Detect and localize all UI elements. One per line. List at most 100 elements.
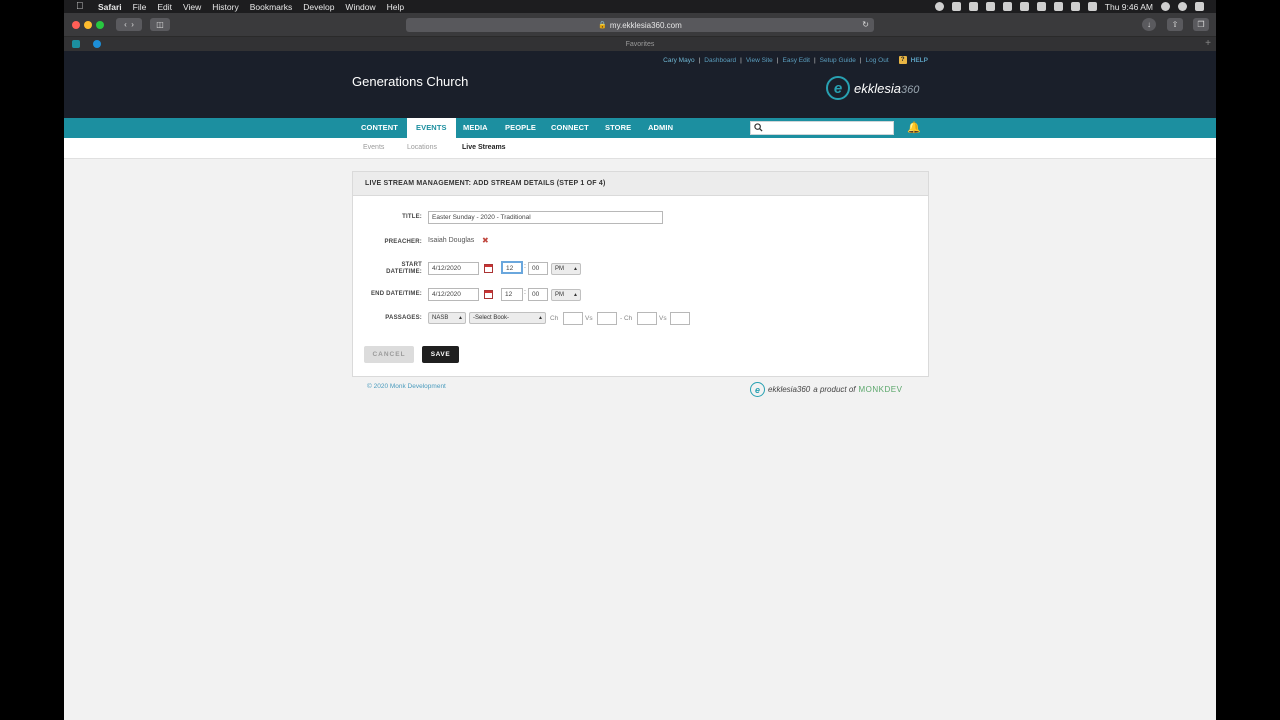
download-icon: ↓ xyxy=(1147,20,1151,29)
easy-edit-link[interactable]: Easy Edit xyxy=(783,57,810,64)
save-button[interactable]: SAVE xyxy=(422,346,459,363)
tabs-button[interactable]: ❐ xyxy=(1193,18,1209,31)
address-bar[interactable]: 🔒 my.ekklesia360.com ↻ xyxy=(406,18,874,32)
nav-people[interactable]: PEOPLE xyxy=(496,118,545,138)
live-stream-form-panel: LIVE STREAM MANAGEMENT: ADD STREAM DETAI… xyxy=(352,171,929,377)
copyright-link[interactable]: © 2020 Monk Development xyxy=(367,383,446,390)
start-verse-input[interactable] xyxy=(597,312,617,325)
nav-store[interactable]: STORE xyxy=(596,118,640,138)
book-select[interactable]: -Select Book- ▲ xyxy=(469,312,546,324)
search-input[interactable] xyxy=(750,121,894,135)
setup-guide-link[interactable]: Setup Guide xyxy=(820,57,856,64)
end-chapter-input[interactable] xyxy=(637,312,657,325)
menu-view[interactable]: View xyxy=(183,2,201,12)
menu-develop[interactable]: Develop xyxy=(303,2,334,12)
start-calendar-icon[interactable] xyxy=(484,264,493,273)
record-icon[interactable] xyxy=(934,2,944,11)
clock-icon[interactable] xyxy=(1036,2,1046,11)
start-date-input[interactable]: 4/12/2020 xyxy=(428,262,479,275)
reload-icon[interactable]: ↻ xyxy=(862,20,869,29)
log-out-link[interactable]: Log Out xyxy=(866,57,889,64)
end-minute-input[interactable]: 00 xyxy=(528,288,548,301)
sync-icon[interactable] xyxy=(985,2,995,11)
browser-toolbar: ‹ › ◫ 🔒 my.ekklesia360.com ↻ ↓ ⇧ ❐ xyxy=(64,13,1216,37)
menu-edit[interactable]: Edit xyxy=(157,2,172,12)
book-value: -Select Book- xyxy=(473,315,510,321)
start-chapter-input[interactable] xyxy=(563,312,583,325)
share-button[interactable]: ⇧ xyxy=(1167,18,1183,31)
new-tab-icon[interactable]: + xyxy=(1205,38,1211,49)
sidebar-toggle-button[interactable]: ◫ xyxy=(150,18,170,31)
nav-connect[interactable]: CONNECT xyxy=(542,118,598,138)
back-forward-button[interactable]: ‹ › xyxy=(116,18,142,31)
nav-content[interactable]: CONTENT xyxy=(352,118,407,138)
wifi-icon[interactable] xyxy=(1053,2,1063,11)
start-hour-input[interactable]: 12 xyxy=(501,261,523,274)
end-date-input[interactable]: 4/12/2020 xyxy=(428,288,479,301)
favorite-ekklesia-icon[interactable] xyxy=(72,40,80,48)
view-site-link[interactable]: View Site xyxy=(746,57,773,64)
preacher-name: Isaiah Douglas xyxy=(428,237,475,244)
minimize-window-button[interactable] xyxy=(84,20,92,29)
zoom-window-button[interactable] xyxy=(96,20,104,29)
subnav-locations[interactable]: Locations xyxy=(407,144,437,151)
cancel-button[interactable]: CANCEL xyxy=(364,346,414,363)
site-header: Cary Mayo | Dashboard | View Site | Easy… xyxy=(64,51,1216,118)
user-name-link[interactable]: Cary Mayo xyxy=(663,57,694,64)
menu-bookmarks[interactable]: Bookmarks xyxy=(250,2,293,12)
select-arrows-icon: ▲ xyxy=(573,292,578,298)
menu-history[interactable]: History xyxy=(212,2,238,12)
start-minute-input[interactable]: 00 xyxy=(528,262,548,275)
dropbox-icon[interactable] xyxy=(951,2,961,11)
menu-window[interactable]: Window xyxy=(345,2,375,12)
help-link[interactable]: HELP xyxy=(911,57,928,64)
end-calendar-icon[interactable] xyxy=(484,290,493,299)
menu-clock[interactable]: Thu 9:46 AM xyxy=(1105,2,1153,12)
end-ampm-select[interactable]: PM ▲ xyxy=(551,289,581,301)
notification-center-icon[interactable] xyxy=(1195,2,1204,11)
footer-logo[interactable]: e ekklesia360 a product of MONKDEV xyxy=(750,382,902,397)
nav-admin[interactable]: ADMIN xyxy=(639,118,682,138)
chevron-left-icon: ‹ › xyxy=(124,20,134,29)
favorite-salesforce-icon[interactable] xyxy=(93,40,101,48)
end-hour-input[interactable]: 12 xyxy=(501,288,523,301)
end-verse-input[interactable] xyxy=(670,312,690,325)
monkdev-logo: MONKDEV xyxy=(858,385,903,394)
downloads-button[interactable]: ↓ xyxy=(1142,18,1156,31)
nav-events[interactable]: EVENTS xyxy=(407,118,456,138)
subnav-events[interactable]: Events xyxy=(363,144,384,151)
church-name: Generations Church xyxy=(352,74,469,89)
sidebar-icon: ◫ xyxy=(156,20,164,29)
check-icon[interactable] xyxy=(1002,2,1012,11)
menu-file[interactable]: File xyxy=(133,2,147,12)
chapter-label: Ch xyxy=(550,315,559,322)
translation-value: NASB xyxy=(432,315,449,321)
translation-select[interactable]: NASB ▲ xyxy=(428,312,466,324)
remove-preacher-icon[interactable]: ✖ xyxy=(482,236,489,245)
screen:  Safari File Edit View History Bookmark… xyxy=(0,0,1280,720)
logo-word: ekklesia360 xyxy=(854,80,920,96)
cloud-icon[interactable] xyxy=(968,2,978,11)
volume-icon[interactable] xyxy=(1070,2,1080,11)
separator: | xyxy=(698,56,701,64)
spotlight-icon[interactable] xyxy=(1161,2,1170,11)
close-window-button[interactable] xyxy=(72,20,80,29)
apple-icon[interactable]:  xyxy=(76,1,88,12)
dashboard-link[interactable]: Dashboard xyxy=(704,57,736,64)
select-arrows-icon: ▲ xyxy=(538,315,543,321)
title-input[interactable]: Easter Sunday - 2020 - Traditional xyxy=(428,211,663,224)
airplay-icon[interactable] xyxy=(1019,2,1029,11)
subnav-live-streams[interactable]: Live Streams xyxy=(462,144,506,151)
favorites-label: Favorites xyxy=(625,40,655,48)
menu-app-name[interactable]: Safari xyxy=(98,2,122,12)
bell-icon[interactable]: 🔔 xyxy=(907,121,921,134)
passages-label: PASSAGES: xyxy=(385,315,422,321)
menu-help[interactable]: Help xyxy=(387,2,404,12)
start-ampm-value: PM xyxy=(555,266,564,272)
siri-icon[interactable] xyxy=(1178,2,1187,11)
start-ampm-select[interactable]: PM ▲ xyxy=(551,263,581,275)
ekklesia-logo[interactable]: e ekklesia360 xyxy=(826,76,919,100)
battery-icon[interactable] xyxy=(1087,2,1097,11)
help-icon[interactable]: ? xyxy=(898,56,907,64)
nav-media[interactable]: MEDIA xyxy=(454,118,497,138)
